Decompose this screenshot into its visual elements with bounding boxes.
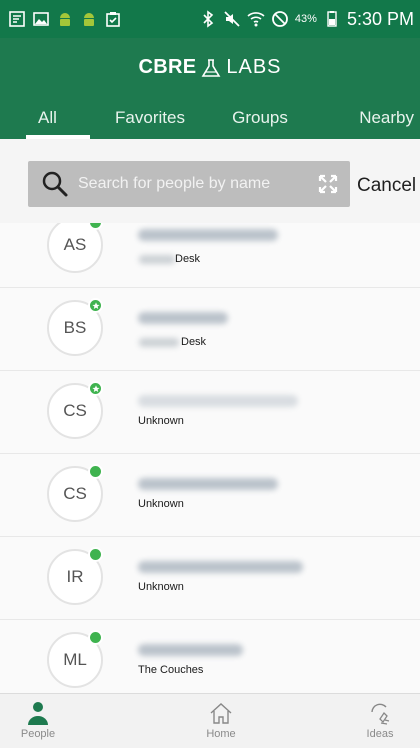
- avatar: CS: [47, 381, 103, 439]
- status-bar-left: [8, 10, 122, 28]
- tab-favorites[interactable]: Favorites: [90, 98, 210, 139]
- presence-dot: [88, 464, 103, 479]
- tab-all-label: All: [38, 108, 57, 127]
- image-icon: [32, 10, 50, 28]
- search-area: Cancel: [0, 139, 420, 223]
- nav-people-label: People: [20, 728, 56, 740]
- bluetooth-icon: [199, 10, 217, 28]
- cancel-button[interactable]: Cancel: [357, 175, 416, 197]
- presence-dot: [88, 630, 103, 645]
- location-text: Desk: [181, 336, 207, 348]
- clipboard-check-icon: [104, 10, 122, 28]
- app-header: CBRE LABS All Favorites Groups Nearby: [0, 38, 420, 139]
- list-item[interactable]: IR Unknown: [0, 537, 420, 620]
- home-icon: [210, 703, 232, 724]
- nav-ideas-label: Ideas: [366, 728, 394, 740]
- list-item[interactable]: CS Unknown: [0, 454, 420, 537]
- nav-home[interactable]: Home: [166, 694, 276, 748]
- status-bar-right: 43% 5:30 PM: [199, 9, 414, 30]
- status-bar: 43% 5:30 PM: [0, 0, 420, 38]
- nav-people[interactable]: People: [0, 694, 93, 748]
- location-text: Unknown: [138, 498, 184, 510]
- favorite-star-icon: [88, 298, 103, 313]
- battery-icon: [323, 10, 341, 28]
- search-icon: [42, 171, 68, 197]
- notification-icon: [8, 10, 26, 28]
- people-list: AS Desk BS Desk CS Unknown CS Unknown IR…: [0, 223, 420, 693]
- list-item[interactable]: AS Desk: [0, 223, 420, 288]
- redacted-name: [138, 478, 278, 490]
- block-icon: [271, 10, 289, 28]
- nav-home-label: Home: [206, 728, 236, 740]
- search-box[interactable]: [28, 161, 350, 207]
- battery-percent: 43%: [294, 13, 317, 25]
- redacted-location-prefix: [139, 255, 175, 264]
- avatar-initials: ML: [63, 650, 87, 669]
- avatar-initials: CS: [63, 401, 87, 420]
- presence-dot: [88, 223, 103, 230]
- search-input[interactable]: [70, 175, 318, 193]
- location-text: Unknown: [138, 415, 184, 427]
- avatar-initials: AS: [63, 235, 87, 254]
- android-icon: [56, 10, 74, 28]
- logo-brand: CBRE: [138, 56, 197, 78]
- wifi-icon: [247, 10, 265, 28]
- location-text: Unknown: [138, 581, 184, 593]
- nav-ideas[interactable]: Ideas: [325, 694, 420, 748]
- redacted-name: [138, 561, 303, 573]
- presence-dot: [88, 547, 103, 562]
- list-item[interactable]: BS Desk: [0, 288, 420, 371]
- expand-icon[interactable]: [318, 174, 338, 194]
- flask-icon: [201, 58, 221, 77]
- location-text: The Couches: [138, 664, 204, 676]
- list-item[interactable]: ML The Couches: [0, 620, 420, 693]
- redacted-name: [138, 312, 228, 324]
- lightbulb-icon: [371, 703, 390, 725]
- avatar-initials: CS: [63, 484, 87, 503]
- tab-groups[interactable]: Groups: [210, 98, 310, 139]
- redacted-location-prefix: [139, 338, 179, 347]
- android-icon: [80, 10, 98, 28]
- redacted-name: [138, 229, 278, 241]
- person-icon: [28, 702, 48, 725]
- redacted-name: [138, 395, 298, 407]
- tab-groups-label: Groups: [232, 108, 288, 127]
- list-item[interactable]: CS Unknown: [0, 371, 420, 454]
- tab-all[interactable]: All: [0, 98, 90, 139]
- avatar: BS: [47, 298, 103, 356]
- bottom-nav: People Home Ideas: [0, 693, 420, 748]
- tab-favorites-label: Favorites: [115, 108, 185, 127]
- avatar: IR: [47, 547, 103, 605]
- logo-sub-brand: LABS: [226, 56, 282, 78]
- app-logo: CBRE LABS: [0, 56, 420, 79]
- avatar: ML: [47, 630, 103, 688]
- tab-nearby-label: Nearby: [359, 108, 414, 127]
- avatar: CS: [47, 464, 103, 522]
- tab-nearby[interactable]: Nearby: [310, 98, 420, 139]
- clock: 5:30 PM: [346, 8, 414, 29]
- avatar-initials: BS: [63, 318, 87, 337]
- tab-bar: All Favorites Groups Nearby: [0, 98, 420, 139]
- location-text: Desk: [175, 253, 201, 265]
- avatar: AS: [47, 223, 103, 273]
- avatar-initials: IR: [66, 567, 84, 586]
- favorite-star-icon: [88, 381, 103, 396]
- redacted-name: [138, 644, 243, 656]
- mute-icon: [223, 10, 241, 28]
